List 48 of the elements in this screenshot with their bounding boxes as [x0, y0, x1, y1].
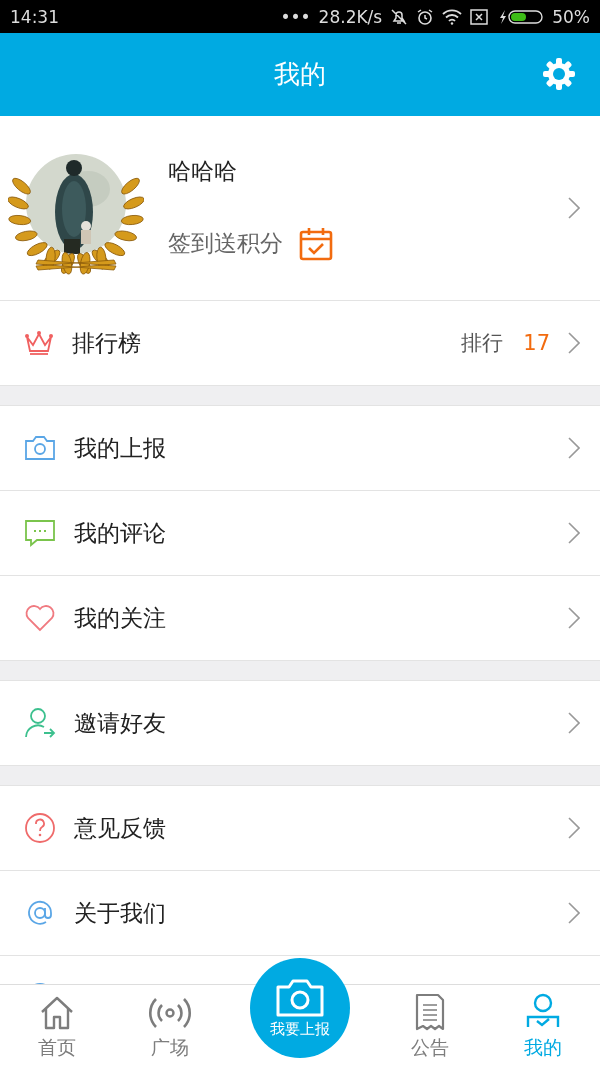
chevron-icon [568, 437, 580, 459]
menu-item[interactable]: 意见反馈 [0, 786, 600, 871]
checkin-label[interactable]: 签到送积分 [168, 228, 283, 259]
menu-label: 排行榜 [72, 328, 141, 358]
page-title: 我的 [274, 58, 326, 91]
menu-item[interactable]: 我的评论 [0, 491, 600, 576]
heart-icon [24, 604, 56, 632]
tab-item[interactable]: 公告 [373, 985, 487, 1067]
menu-label: 邀请好友 [74, 708, 166, 738]
menu-item[interactable]: 关于我们 [0, 871, 600, 956]
menu-item[interactable]: 邀请好友 [0, 681, 600, 765]
chevron-icon [568, 607, 580, 629]
battery-percent: 50% [552, 6, 590, 27]
menu-label: 我的上报 [74, 433, 166, 463]
person-arrow-icon [24, 707, 56, 739]
rank-label: 排行 [461, 330, 504, 357]
document-icon [414, 993, 447, 1031]
chevron-icon [568, 817, 580, 839]
menu-item[interactable]: 我的关注 [0, 576, 600, 660]
chevron-icon [568, 332, 580, 354]
status-time: 14:31 [10, 6, 59, 27]
menu-label: 意见反馈 [74, 813, 166, 843]
crown-icon [24, 330, 54, 356]
menu-item[interactable]: 我的上报 [0, 406, 600, 491]
chevron-icon [568, 902, 580, 924]
camera-icon [275, 977, 325, 1018]
menu-label: 我的评论 [74, 518, 166, 548]
network-speed: 28.2K/s [318, 6, 383, 27]
mute-icon [390, 7, 409, 26]
menu-item[interactable]: 排行榜 排行 17 [0, 301, 600, 385]
menu-label: 关于我们 [74, 898, 166, 928]
chevron-icon [568, 712, 580, 734]
camera-icon [24, 435, 56, 461]
calendar-check-icon[interactable] [299, 226, 333, 261]
chevron-icon [568, 197, 580, 219]
tab-item[interactable]: 广场 [113, 985, 227, 1067]
chevron-icon [568, 522, 580, 544]
settings-icon[interactable] [542, 57, 576, 91]
tab-item[interactable]: 首页 [0, 985, 114, 1067]
user-name: 哈哈哈 [168, 156, 238, 186]
wifi-icon [442, 8, 463, 25]
question-icon [24, 812, 56, 844]
menu-label: 我的关注 [74, 603, 166, 633]
sim-icon [470, 8, 489, 25]
alarm-icon [416, 7, 435, 26]
notification-dots: ••• [280, 6, 311, 27]
rank-value: 17 [523, 331, 550, 355]
comment-icon [24, 519, 56, 547]
